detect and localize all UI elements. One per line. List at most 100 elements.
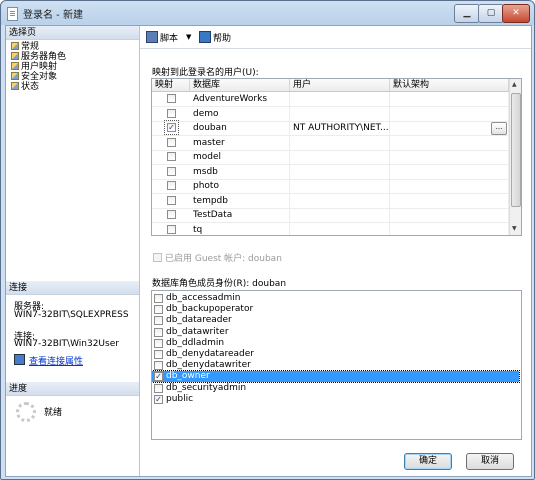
role-checkbox[interactable] (154, 305, 163, 315)
map-checkbox[interactable] (167, 224, 176, 234)
script-dropdown-arrow-icon[interactable]: ▼ (186, 33, 191, 41)
role-item[interactable]: db_backupoperator (152, 304, 519, 315)
table-row[interactable]: tempdb (152, 193, 509, 209)
map-checkbox[interactable] (167, 166, 176, 176)
map-checkbox[interactable] (167, 195, 176, 205)
role-item[interactable]: db_denydatawriter (152, 360, 519, 371)
scroll-down-icon[interactable]: ▼ (512, 225, 517, 232)
database-cell[interactable]: TestData (190, 208, 290, 222)
role-name: db_denydatawriter (166, 360, 251, 371)
user-cell[interactable] (290, 135, 390, 150)
user-cell[interactable] (290, 150, 390, 164)
page-icon (11, 42, 19, 50)
page-item[interactable]: 状态 (11, 82, 39, 93)
schema-cell[interactable] (390, 179, 509, 193)
table-row[interactable]: model (152, 150, 509, 165)
role-item[interactable]: db_datareader (152, 315, 519, 326)
cancel-button[interactable]: 取消 (466, 453, 514, 470)
role-name: db_denydatareader (166, 349, 254, 359)
role-name: public (166, 393, 194, 404)
view-connection-properties-link[interactable]: 查看连接属性 (14, 354, 83, 367)
role-item[interactable]: db_accessadmin (152, 293, 519, 304)
user-cell[interactable] (290, 164, 390, 179)
user-cell[interactable]: NT AUTHORITY\NET... (290, 121, 390, 135)
schema-cell[interactable] (390, 106, 509, 121)
map-checkbox[interactable] (167, 108, 176, 118)
grid-vertical-scrollbar[interactable]: ▲ ▼ (509, 79, 521, 235)
grid-header: 映射 数据库 用户 默认架构 (152, 79, 509, 92)
role-checkbox[interactable] (154, 316, 163, 326)
close-button[interactable]: ✕ (502, 4, 530, 23)
role-checkbox[interactable] (154, 294, 163, 303)
table-row[interactable]: AdventureWorks (152, 92, 509, 107)
table-row[interactable]: photo (152, 179, 509, 194)
role-item[interactable]: db_securityadmin (152, 383, 519, 394)
database-cell[interactable]: tempdb (190, 193, 290, 208)
table-row[interactable]: TestData (152, 208, 509, 223)
map-checkbox[interactable] (167, 152, 176, 161)
schema-cell[interactable] (390, 222, 509, 235)
role-item[interactable]: ✓ public (152, 394, 519, 405)
role-checkbox[interactable] (154, 350, 163, 359)
role-checkbox[interactable] (154, 327, 163, 337)
user-cell[interactable] (290, 92, 390, 106)
database-cell[interactable]: demo (190, 106, 290, 121)
scroll-up-icon[interactable]: ▲ (512, 81, 517, 88)
schema-cell[interactable] (390, 208, 509, 222)
table-row[interactable]: ✓ douban NT AUTHORITY\NET...... (152, 120, 509, 136)
database-cell[interactable]: model (190, 150, 290, 164)
database-cell[interactable]: photo (190, 179, 290, 193)
role-checkbox[interactable]: ✓ (154, 372, 163, 382)
user-mapping-grid[interactable]: 映射 数据库 用户 默认架构 AdventureWorks demo ✓ douban… (151, 78, 522, 236)
role-checkbox[interactable] (154, 361, 163, 371)
script-button[interactable]: 脚本 (146, 31, 178, 44)
role-membership-list[interactable]: db_accessadmin db_backupoperator db_datare… (151, 290, 522, 440)
table-row[interactable]: master (152, 135, 509, 151)
schema-cell[interactable] (390, 193, 509, 208)
database-cell[interactable]: master (190, 135, 290, 150)
role-item[interactable]: ✓ db_owner (152, 370, 520, 384)
role-checkbox[interactable] (154, 383, 163, 393)
database-cell[interactable]: AdventureWorks (190, 92, 290, 106)
toolbar: 脚本 ▼ 帮助 (140, 26, 531, 49)
schema-cell[interactable] (390, 150, 509, 164)
title-bar: 登录名 - 新建 ▁ ▢ ✕ (1, 1, 534, 25)
browse-user-button[interactable]: ... (491, 122, 507, 135)
connection-value: WIN7-32BIT\Win32User (14, 339, 119, 349)
ok-button[interactable]: 确定 (404, 453, 452, 470)
user-cell[interactable] (290, 179, 390, 193)
map-checkbox[interactable]: ✓ (164, 120, 179, 135)
schema-cell[interactable] (390, 164, 509, 179)
user-cell[interactable] (290, 222, 390, 235)
minimize-button[interactable]: ▁ (454, 4, 480, 23)
role-checkbox[interactable]: ✓ (154, 394, 163, 404)
role-item[interactable]: db_ddladmin (152, 338, 519, 349)
user-cell[interactable] (290, 193, 390, 208)
role-item[interactable]: db_denydatareader (152, 349, 519, 360)
role-name: db_securityadmin (166, 382, 247, 393)
table-row[interactable]: msdb (152, 164, 509, 180)
map-checkbox[interactable] (167, 210, 176, 219)
role-checkbox[interactable] (154, 338, 163, 348)
scrollbar-thumb[interactable] (511, 93, 521, 207)
schema-cell[interactable] (390, 92, 509, 106)
user-cell[interactable] (290, 106, 390, 121)
table-row[interactable]: tq (152, 222, 509, 235)
role-item[interactable]: db_datawriter (152, 327, 519, 338)
database-cell[interactable]: tq (190, 222, 290, 235)
map-checkbox[interactable] (167, 181, 176, 190)
role-name: db_backupoperator (166, 304, 254, 315)
maximize-button[interactable]: ▢ (478, 4, 504, 23)
database-cell[interactable]: msdb (190, 164, 290, 179)
map-checkbox[interactable] (167, 137, 176, 147)
user-cell[interactable] (290, 208, 390, 222)
help-button[interactable]: 帮助 (199, 31, 231, 44)
connection-header: 连接 (6, 281, 139, 295)
schema-cell[interactable] (390, 135, 509, 150)
database-cell[interactable]: douban (190, 121, 290, 135)
guest-checkbox (153, 253, 162, 262)
map-checkbox[interactable] (167, 94, 176, 103)
page-icon (11, 72, 19, 80)
table-row[interactable]: demo (152, 106, 509, 122)
role-name: db_owner (166, 371, 210, 382)
